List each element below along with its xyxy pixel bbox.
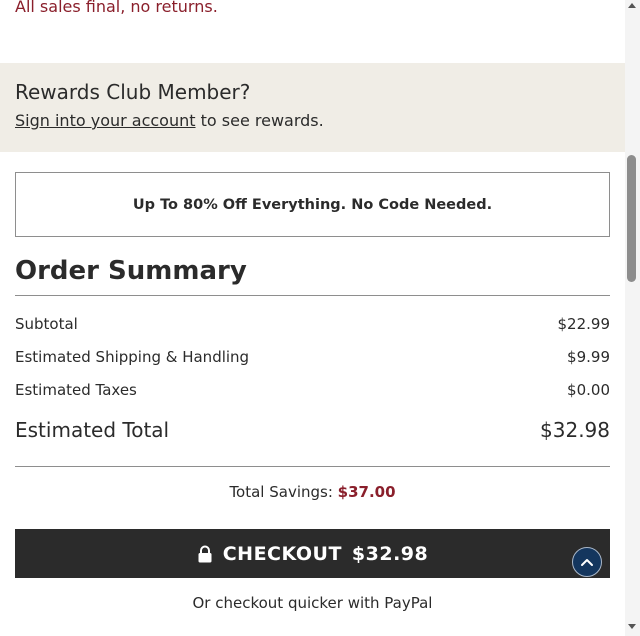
rewards-title: Rewards Club Member? <box>15 80 251 104</box>
row-label: Subtotal <box>15 315 78 333</box>
promo-banner: Up To 80% Off Everything. No Code Needed… <box>15 172 610 237</box>
order-summary-title: Order Summary <box>15 256 247 286</box>
total-label: Estimated Total <box>15 418 170 442</box>
sign-in-link[interactable]: Sign into your account <box>15 111 196 130</box>
scroll-down-arrow-icon[interactable] <box>628 624 636 629</box>
lock-icon <box>198 545 212 562</box>
total-savings: Total Savings: $37.00 <box>15 482 610 502</box>
row-value: $0.00 <box>567 381 610 399</box>
row-label: Estimated Shipping & Handling <box>15 348 250 366</box>
rewards-banner <box>0 63 625 152</box>
cart-page: All sales final, no returns. Rewards Clu… <box>0 0 640 636</box>
summary-divider-top <box>15 295 610 296</box>
savings-label: Total Savings: <box>229 483 338 501</box>
summary-row-shipping: Estimated Shipping & Handling $9.99 <box>15 347 610 367</box>
savings-amount: $37.00 <box>337 483 396 501</box>
paypal-checkout-text: Or checkout quicker with PayPal <box>192 594 433 612</box>
summary-row-total: Estimated Total $32.98 <box>15 417 610 443</box>
promo-text: Up To 80% Off Everything. No Code Needed… <box>132 196 493 213</box>
cart-content: All sales final, no returns. Rewards Clu… <box>0 0 625 636</box>
total-value: $32.98 <box>540 418 610 442</box>
checkout-label: CHECKOUT <box>222 542 342 565</box>
back-to-top-button[interactable] <box>572 547 602 577</box>
checkout-amount: $32.98 <box>351 542 429 565</box>
row-value: $9.99 <box>567 348 610 366</box>
final-sale-notice: All sales final, no returns. <box>15 0 218 16</box>
summary-row-taxes: Estimated Taxes $0.00 <box>15 380 610 400</box>
chevron-up-icon <box>581 559 593 566</box>
summary-row-subtotal: Subtotal $22.99 <box>15 314 610 334</box>
scrollbar-thumb[interactable] <box>627 155 636 282</box>
scroll-up-arrow-icon[interactable] <box>628 3 636 8</box>
rewards-suffix: to see rewards. <box>195 111 324 130</box>
checkout-button[interactable]: CHECKOUT $32.98 <box>15 529 610 578</box>
row-label: Estimated Taxes <box>15 381 137 399</box>
scrollbar-track[interactable] <box>625 0 640 636</box>
row-value: $22.99 <box>557 315 611 333</box>
summary-divider-bottom <box>15 466 610 467</box>
rewards-signin-line: Sign into your account to see rewards. <box>15 110 324 132</box>
